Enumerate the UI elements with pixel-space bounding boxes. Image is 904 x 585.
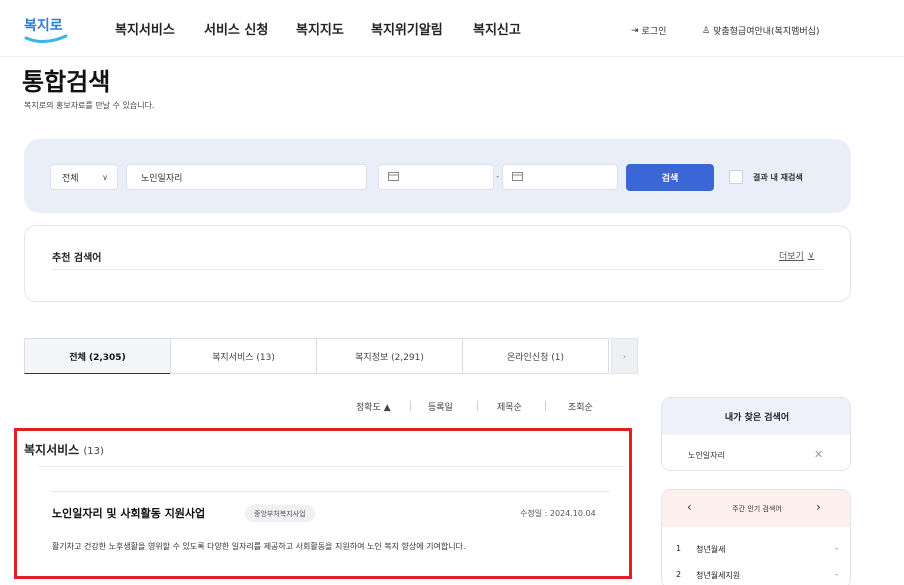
popular-trend: - — [835, 544, 838, 553]
page-subtitle: 복지로의 홍보자료를 만날 수 있습니다. — [24, 101, 155, 110]
custom-benefit-link[interactable]: ♙ 맞춤형급여안내(복지멤버십) — [702, 24, 820, 38]
search-button[interactable]: 검색 — [626, 164, 714, 191]
custom-benefit-label: 맞춤형급여안내(복지멤버십) — [713, 27, 820, 37]
header-divider — [0, 56, 904, 57]
page-title: 통합검색 — [22, 68, 111, 96]
more-button[interactable]: 더보기 ∨ — [779, 249, 815, 263]
popular-rank: 2 — [676, 570, 682, 579]
calendar-icon — [512, 171, 523, 184]
chevron-left-icon[interactable]: ‹ — [687, 500, 692, 514]
tab-all[interactable]: 전체 (2,305) — [24, 338, 171, 374]
scope-select[interactable]: 전체 ∨ — [50, 164, 118, 190]
popular-label: 청년월세 — [696, 545, 726, 554]
my-search-keyword[interactable]: 노인일자리 — [688, 450, 725, 461]
login-icon: ⇥ — [631, 25, 639, 36]
popular-rank: 1 — [676, 544, 682, 553]
calendar-icon — [388, 171, 399, 184]
nav-welfare-report[interactable]: 복지신고 — [473, 19, 521, 38]
tab-scroll-button[interactable]: › — [611, 338, 638, 374]
refine-search-label: 결과 내 재검색 — [753, 173, 803, 182]
nav-welfare-map[interactable]: 복지지도 — [296, 19, 344, 38]
sort-divider — [410, 401, 411, 411]
login-link[interactable]: ⇥ 로그인 — [631, 24, 667, 38]
user-icon: ♙ — [702, 25, 711, 36]
popular-item[interactable]: 2 청년월세지원 - — [676, 570, 838, 581]
popular-label: 청년월세지원 — [696, 571, 741, 580]
recommended-keywords-box — [24, 225, 851, 302]
search-input[interactable]: 노인일자리 — [126, 164, 367, 190]
date-separator: - — [496, 172, 500, 182]
sort-title[interactable]: 제목순 — [497, 400, 522, 413]
tab-online-application[interactable]: 온라인신청 (1) — [462, 338, 609, 374]
sort-accuracy[interactable]: 정확도 ▲ — [356, 400, 391, 413]
sort-divider — [545, 401, 546, 411]
logo-text: 복지로 — [24, 18, 63, 34]
my-searches-title: 내가 찾은 검색어 — [662, 398, 850, 435]
popular-keywords-box: 주간 인기 검색어 ‹ › 1 청년월세 - 2 청년월세지원 - — [661, 489, 851, 585]
popular-trend: - — [835, 570, 838, 579]
nav-crisis-alert[interactable]: 복지위기알림 — [371, 19, 443, 38]
chevron-right-icon[interactable]: › — [816, 500, 821, 514]
chevron-down-icon: ∨ — [102, 172, 108, 182]
end-date-field[interactable] — [502, 164, 618, 190]
highlight-box — [14, 428, 632, 579]
my-searches-box: 내가 찾은 검색어 노인일자리 ✕ — [661, 397, 851, 471]
recommended-keywords-title: 추천 검색어 — [52, 253, 102, 264]
chevron-down-icon: ∨ — [807, 250, 815, 261]
more-label: 더보기 — [779, 252, 804, 262]
popular-item[interactable]: 1 청년월세 - — [676, 544, 838, 555]
recommended-divider — [52, 269, 822, 270]
scope-value: 전체 — [62, 173, 79, 184]
sort-views[interactable]: 조회순 — [568, 400, 593, 413]
start-date-field[interactable] — [378, 164, 494, 190]
chevron-right-icon: › — [622, 351, 627, 361]
tab-welfare-service[interactable]: 복지서비스 (13) — [170, 338, 317, 374]
logo[interactable]: 복지로 — [22, 8, 72, 48]
tab-welfare-info[interactable]: 복지정보 (2,291) — [316, 338, 463, 374]
sort-divider — [477, 401, 478, 411]
sort-date[interactable]: 등록일 — [428, 400, 453, 413]
login-label: 로그인 — [641, 27, 667, 37]
nav-welfare-service[interactable]: 복지서비스 — [115, 19, 175, 38]
nav-service-application[interactable]: 서비스 신청 — [204, 19, 268, 38]
refine-search-checkbox[interactable] — [729, 170, 743, 184]
close-icon[interactable]: ✕ — [814, 448, 823, 461]
